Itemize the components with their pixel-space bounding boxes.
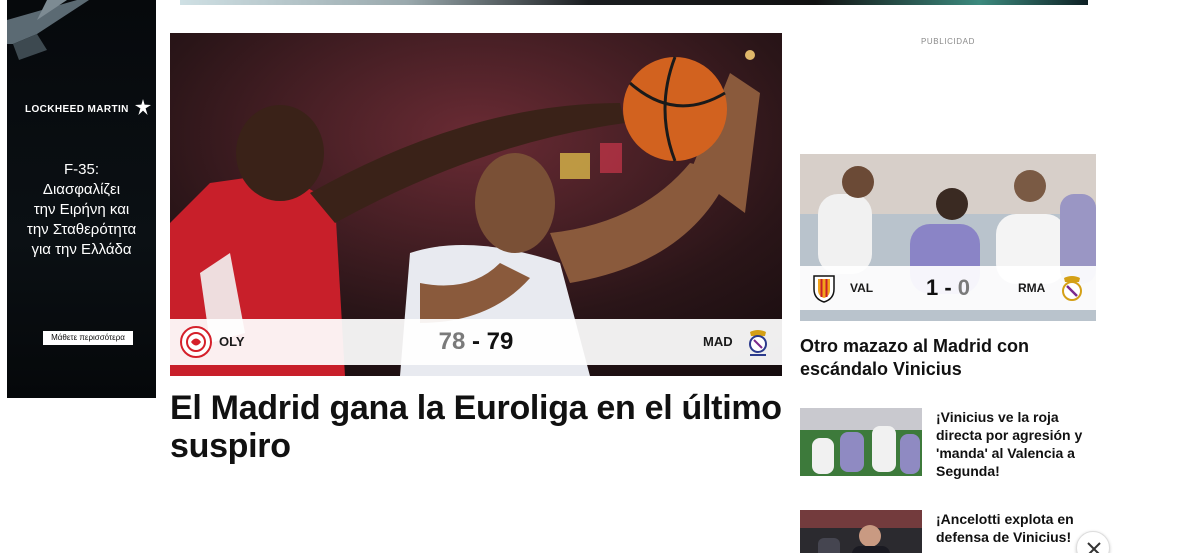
- score-separator: -: [472, 328, 480, 355]
- ad-label: PUBLICIDAD: [920, 37, 975, 46]
- star-logo-icon: [135, 99, 151, 115]
- ad-cta-button[interactable]: Μάθετε περισσότερα: [43, 331, 133, 345]
- hero-headline-link[interactable]: El Madrid gana la Euroliga en el último …: [170, 389, 782, 465]
- side-ad[interactable]: LOCKHEED MARTIN F-35: Διασφαλίζει την Ει…: [7, 0, 156, 398]
- jet-silhouette-icon: [7, 0, 89, 60]
- feature-card[interactable]: VAL 1 - 0 RMA: [800, 154, 1096, 321]
- ad-copy-line: για την Ελλάδα: [31, 241, 132, 258]
- real-madrid-crest-icon: [1062, 276, 1082, 301]
- news-item[interactable]: ¡Ancelotti explota en defensa de Viniciu…: [800, 510, 1100, 553]
- ad-copy-line: F-35:: [63, 161, 99, 178]
- news-title[interactable]: ¡Ancelotti explota en defensa de Viniciu…: [936, 510, 1096, 546]
- news-thumbnail: [800, 510, 922, 553]
- ad-copy-line: την Ειρήνη και: [33, 201, 130, 218]
- away-team-abbr: RMA: [1018, 281, 1046, 295]
- hero-article[interactable]: OLY 78 - 79 MAD: [170, 33, 782, 376]
- ad-copy-line: την Σταθερότητα: [26, 221, 137, 238]
- top-ad-banner[interactable]: [180, 0, 1088, 5]
- news-thumbnail: [800, 408, 922, 476]
- away-team-abbr: MAD: [703, 334, 733, 349]
- ad-brand-name: LOCKHEED MARTIN: [25, 104, 129, 115]
- hero-score: 78 - 79: [170, 328, 782, 356]
- ad-copy-line: Διασφαλίζει: [42, 181, 121, 198]
- close-x-icon: [1087, 542, 1101, 553]
- away-score: 79: [486, 328, 514, 355]
- hero-scorebar: OLY 78 - 79 MAD: [170, 319, 782, 365]
- real-madrid-baloncesto-crest-icon: [749, 330, 767, 356]
- news-item[interactable]: ¡Vinicius ve la roja directa por agresió…: [800, 408, 1100, 480]
- score-separator: -: [944, 275, 952, 300]
- feature-headline-link[interactable]: Otro mazazo al Madrid con escándalo Vini…: [800, 335, 1100, 381]
- news-title[interactable]: ¡Vinicius ve la roja directa por agresió…: [936, 408, 1096, 480]
- ad-copy: F-35: Διασφαλίζει την Ειρήνη και την Στα…: [7, 160, 156, 260]
- home-score: 1: [925, 275, 939, 300]
- away-score: 0: [957, 275, 971, 300]
- home-score: 78: [438, 328, 466, 355]
- feature-scorebar: VAL 1 - 0 RMA: [800, 266, 1096, 310]
- feature-score: 1 - 0: [800, 275, 1096, 301]
- close-button[interactable]: [1076, 531, 1110, 553]
